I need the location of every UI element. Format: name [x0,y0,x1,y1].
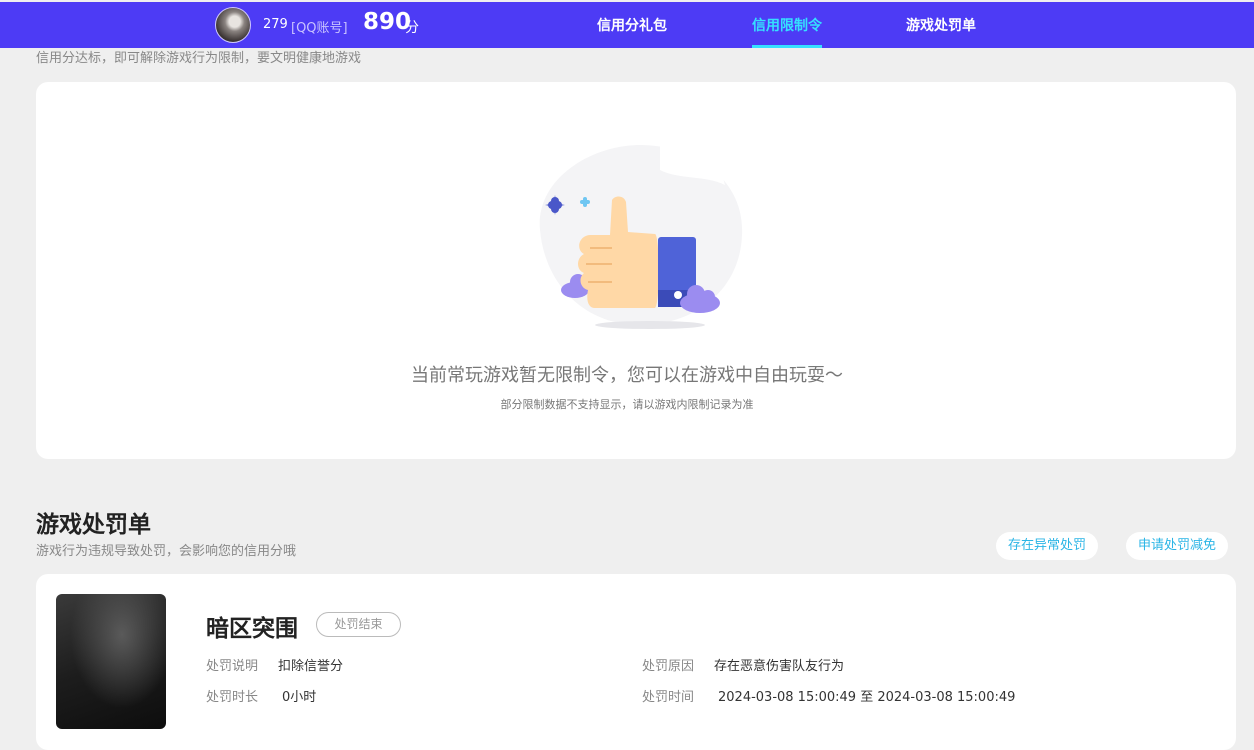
penalty-desc-label: 处罚说明 [206,659,259,674]
top-nav-bar: 279 [QQ账号] 890 分 信用分礼包 信用限制令 游戏处罚单 [0,2,1254,48]
penalty-section-subtitle: 游戏行为违规导致处罚，会影响您的信用分哦 [36,544,297,559]
penalty-reason-value: 存在恶意伤害队友行为 [714,659,845,674]
tab-credit-restriction[interactable]: 信用限制令 [752,15,822,35]
penalty-time-value: 2024-03-08 15:00:49 至 2024-03-08 15:00:4… [718,690,1016,705]
tab-credit-gift[interactable]: 信用分礼包 [597,15,667,35]
appeal-reduction-button[interactable]: 申请处罚减免 [1126,532,1229,560]
penalty-reason-label: 处罚原因 [642,659,695,674]
qq-account-label: [QQ账号] [291,21,348,36]
active-tab-indicator [752,45,822,48]
avatar[interactable] [215,7,251,43]
qq-number: 279 [263,17,288,32]
restriction-note: 部分限制数据不支持显示，请以游戏内限制记录为准 [500,398,754,411]
restriction-subtitle: 信用分达标，即可解除游戏行为限制，要文明健康地游戏 [36,51,362,66]
credit-score-unit: 分 [405,20,419,36]
no-restriction-message: 当前常玩游戏暂无限制令，您可以在游戏中自由玩耍～ [411,365,843,386]
penalty-time-label: 处罚时间 [642,690,695,705]
penalty-desc-value: 扣除信誉分 [278,659,344,674]
credit-score: 890 [363,9,412,35]
tab-game-penalty[interactable]: 游戏处罚单 [906,15,976,35]
game-name: 暗区突围 [206,616,298,642]
penalty-duration-label: 处罚时长 [206,690,259,705]
penalty-section-title: 游戏处罚单 [36,512,151,538]
status-badge: 处罚结束 [316,612,401,637]
game-cover-image [56,594,166,729]
thumbs-up-icon [539,144,743,329]
abnormal-penalty-button[interactable]: 存在异常处罚 [996,532,1099,560]
penalty-duration-value: 0小时 [282,690,317,705]
